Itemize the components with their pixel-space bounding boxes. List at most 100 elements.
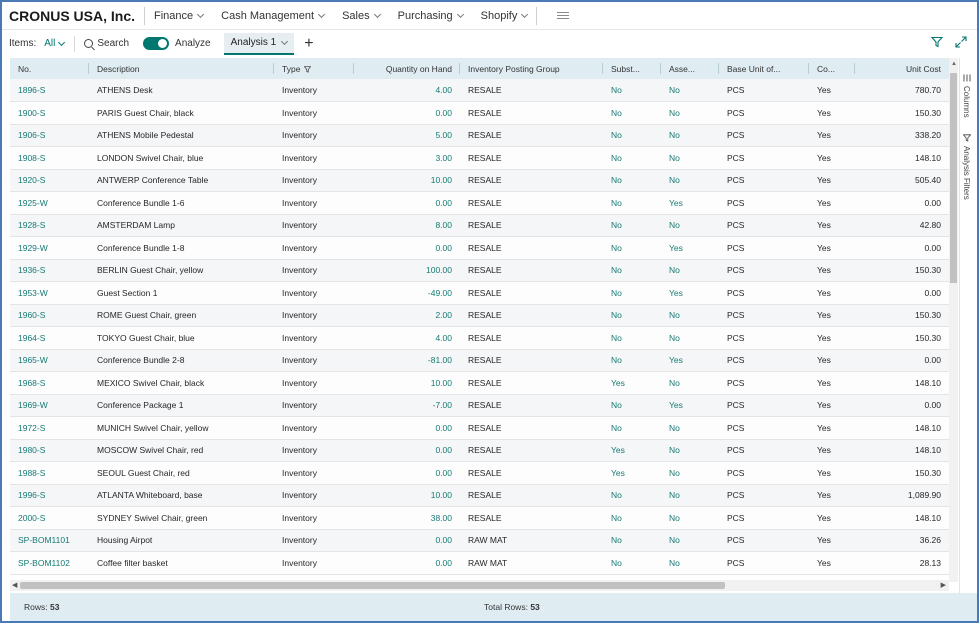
cell-quantity-on-hand[interactable]: 4.00 — [354, 326, 460, 350]
cell-no[interactable]: 1953-W — [10, 281, 89, 305]
scroll-left-arrow[interactable]: ◀ — [12, 581, 17, 589]
cell-no[interactable]: 1960-S — [10, 304, 89, 327]
column-header-assembly[interactable]: Asse... — [661, 58, 719, 79]
table-row[interactable]: 1988-S SEOUL Guest Chair, red Inventory 0.0… — [10, 461, 949, 485]
scroll-up-arrow[interactable]: ▲ — [951, 61, 957, 67]
cell-no[interactable]: 1972-S — [10, 416, 89, 440]
table-row[interactable]: 1936-S BERLIN Guest Chair, yellow Inventor… — [10, 259, 949, 282]
table-row[interactable]: 1925-W Conference Bundle 1-6 Inventory 0.00… — [10, 191, 949, 215]
nav-purchasing[interactable]: Purchasing — [389, 10, 472, 22]
table-row[interactable]: 1906-S ATHENS Mobile Pedestal Inventory 5.0… — [10, 124, 949, 147]
cell-quantity-on-hand[interactable]: 100.00 — [354, 259, 460, 282]
table-row[interactable]: 1900-S PARIS Guest Chair, black Inventory 0… — [10, 101, 949, 125]
cell-quantity-on-hand[interactable]: -7.00 — [354, 394, 460, 417]
cell-no[interactable]: 1965-W — [10, 349, 89, 372]
column-header-inventory-posting-group[interactable]: Inventory Posting Group — [460, 58, 603, 79]
plus-icon[interactable]: + — [304, 35, 313, 52]
expand-icon[interactable] — [955, 36, 967, 48]
cell-no[interactable]: 1964-S — [10, 326, 89, 350]
table-row[interactable]: SP-BOM1101 Housing Airpot Inventory 0.00 RAW… — [10, 529, 949, 552]
table-row[interactable]: 1996-S ATLANTA Whiteboard, base Inventory 1… — [10, 484, 949, 507]
cell-quantity-on-hand[interactable]: 10.00 — [354, 169, 460, 192]
cell-quantity-on-hand[interactable]: 0.00 — [354, 416, 460, 440]
table-row[interactable]: 2000-S SYDNEY Swivel Chair, green Inventor… — [10, 506, 949, 530]
menu-icon[interactable] — [557, 12, 570, 19]
column-header-substitutes[interactable]: Subst... — [603, 58, 661, 79]
table-row[interactable]: 1953-W Guest Section 1 Inventory -49.00 RESA… — [10, 281, 949, 305]
cell-no[interactable]: 1928-S — [10, 214, 89, 237]
cell-no[interactable]: 1908-S — [10, 146, 89, 170]
cell-description: ANTWERP Conference Table — [89, 169, 274, 192]
cell-no[interactable]: 1920-S — [10, 169, 89, 192]
nav-cash-management[interactable]: Cash Management — [212, 10, 333, 22]
column-header-costing[interactable]: Co... — [809, 58, 855, 79]
cell-no[interactable]: 1980-S — [10, 439, 89, 462]
column-header-unit-cost[interactable]: Unit Cost — [855, 58, 949, 79]
cell-quantity-on-hand[interactable]: 3.00 — [354, 146, 460, 170]
table-row[interactable]: 1965-W Conference Bundle 2-8 Inventory -81.… — [10, 349, 949, 372]
scroll-right-arrow[interactable]: ▶ — [941, 581, 946, 589]
cell-no[interactable]: SP-BOM1101 — [10, 529, 89, 552]
cell-no[interactable]: SP-BOM1102 — [10, 551, 89, 575]
cell-quantity-on-hand[interactable]: 10.00 — [354, 371, 460, 395]
cell-quantity-on-hand[interactable]: 4.00 — [354, 79, 460, 102]
cell-no[interactable]: 1906-S — [10, 124, 89, 147]
table-row[interactable]: 1972-S MUNICH Swivel Chair, yellow Invento… — [10, 416, 949, 440]
analyze-toggle[interactable] — [143, 37, 170, 50]
cell-no[interactable]: 1896-S — [10, 79, 89, 102]
cell-no[interactable]: 2000-S — [10, 506, 89, 530]
cell-no[interactable]: 1996-S — [10, 484, 89, 507]
cell-quantity-on-hand[interactable]: 0.00 — [354, 236, 460, 260]
cell-quantity-on-hand[interactable]: 2.00 — [354, 304, 460, 327]
cell-no[interactable]: 1925-W — [10, 191, 89, 215]
cell-quantity-on-hand[interactable]: 0.00 — [354, 461, 460, 485]
table-row[interactable]: 1896-S ATHENS Desk Inventory 4.00 RESALE No No… — [10, 79, 949, 102]
column-header-quantity-on-hand[interactable]: Quantity on Hand — [354, 58, 460, 79]
cell-no[interactable]: 1969-W — [10, 394, 89, 417]
table-row[interactable]: 1928-S AMSTERDAM Lamp Inventory 8.00 RESALE N… — [10, 214, 949, 237]
cell-quantity-on-hand[interactable]: 0.00 — [354, 191, 460, 215]
column-header-base-unit[interactable]: Base Unit of... — [719, 58, 809, 79]
cell-quantity-on-hand[interactable]: -81.00 — [354, 349, 460, 372]
cell-quantity-on-hand[interactable]: 0.00 — [354, 439, 460, 462]
cell-no[interactable]: 1936-S — [10, 259, 89, 282]
analysis-tab[interactable]: Analysis 1 — [223, 32, 295, 55]
filter-icon[interactable] — [931, 36, 943, 48]
cell-no[interactable]: 1900-S — [10, 101, 89, 125]
nav-finance[interactable]: Finance — [145, 10, 212, 22]
table-row[interactable]: 1980-S MOSCOW Swivel Chair, red Inventory 0… — [10, 439, 949, 462]
cell-quantity-on-hand[interactable]: 0.00 — [354, 529, 460, 552]
table-row[interactable]: 1969-W Conference Package 1 Inventory -7.00… — [10, 394, 949, 417]
table-row[interactable]: 1908-S LONDON Swivel Chair, blue Inventory… — [10, 146, 949, 170]
column-header-type[interactable]: Type — [274, 58, 354, 79]
items-filter-dropdown[interactable]: All — [44, 38, 66, 49]
cell-quantity-on-hand[interactable]: 0.00 — [354, 551, 460, 575]
columns-tab[interactable]: Columns — [962, 74, 971, 118]
company-name[interactable]: CRONUS USA, Inc. — [2, 8, 144, 24]
cell-no[interactable]: 1968-S — [10, 371, 89, 395]
cell-quantity-on-hand[interactable]: 0.00 — [354, 101, 460, 125]
table-row[interactable]: 1960-S ROME Guest Chair, green Inventory 2.… — [10, 304, 949, 327]
cell-no[interactable]: 1988-S — [10, 461, 89, 485]
table-row[interactable]: 1929-W Conference Bundle 1-8 Inventory 0.00… — [10, 236, 949, 260]
horizontal-scroll-thumb[interactable] — [20, 582, 725, 589]
vertical-scroll-thumb[interactable] — [950, 73, 957, 283]
vertical-scrollbar[interactable]: ▲ — [949, 58, 958, 582]
cell-no[interactable]: 1929-W — [10, 236, 89, 260]
search-button[interactable]: Search — [84, 38, 129, 49]
analysis-filters-tab[interactable]: Analysis Filters — [962, 134, 971, 200]
cell-quantity-on-hand[interactable]: 10.00 — [354, 484, 460, 507]
nav-sales[interactable]: Sales — [333, 10, 389, 22]
nav-shopify[interactable]: Shopify — [472, 10, 537, 22]
column-header-description[interactable]: Description — [89, 58, 274, 79]
column-header-no[interactable]: No. — [10, 58, 89, 79]
cell-quantity-on-hand[interactable]: 38.00 — [354, 506, 460, 530]
table-row[interactable]: SP-BOM1102 Coffee filter basket Inventory 0… — [10, 551, 949, 575]
cell-quantity-on-hand[interactable]: -49.00 — [354, 281, 460, 305]
table-row[interactable]: 1968-S MEXICO Swivel Chair, black Inventor… — [10, 371, 949, 395]
table-row[interactable]: 1920-S ANTWERP Conference Table Inventory 1… — [10, 169, 949, 192]
horizontal-scrollbar[interactable]: ◀ ▶ — [10, 580, 949, 591]
cell-quantity-on-hand[interactable]: 5.00 — [354, 124, 460, 147]
cell-quantity-on-hand[interactable]: 8.00 — [354, 214, 460, 237]
table-row[interactable]: 1964-S TOKYO Guest Chair, blue Inventory 4.… — [10, 326, 949, 350]
